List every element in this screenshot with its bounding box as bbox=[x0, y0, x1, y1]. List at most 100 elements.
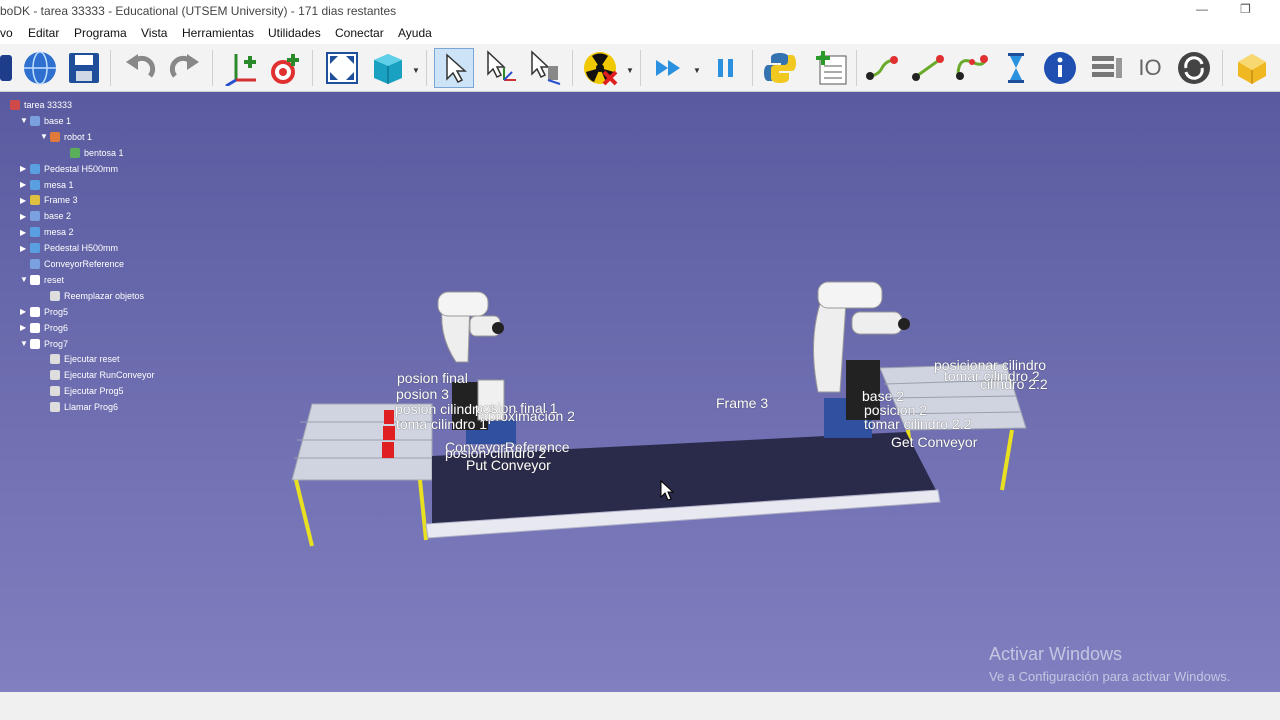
scene-label[interactable]: Put Conveyor bbox=[466, 457, 551, 473]
add-target-icon[interactable] bbox=[265, 48, 305, 88]
object-icon bbox=[30, 163, 40, 174]
toolbar-separator bbox=[572, 50, 573, 86]
program-list-icon[interactable] bbox=[1086, 48, 1126, 88]
scene-label[interactable]: aproximacion 2 bbox=[480, 408, 575, 424]
tree-item[interactable]: Llamar Prog6 bbox=[40, 400, 118, 414]
reference-frame-icon bbox=[30, 211, 40, 222]
move-circular-icon[interactable] bbox=[952, 48, 992, 88]
save-icon[interactable] bbox=[64, 48, 104, 88]
tree-item-label: reset bbox=[44, 274, 65, 285]
scene-label[interactable]: posion 3 bbox=[396, 386, 449, 402]
menu-ayuda[interactable]: Ayuda bbox=[398, 26, 432, 40]
expand-down-icon[interactable]: ▼ bbox=[20, 116, 30, 125]
toolbar-separator bbox=[856, 50, 857, 86]
select-icon[interactable] bbox=[434, 48, 474, 88]
restore-button[interactable]: ❐ bbox=[1240, 2, 1251, 16]
move-tool-icon[interactable] bbox=[524, 48, 564, 88]
tree-item[interactable]: ▶ mesa 2 bbox=[20, 225, 74, 239]
move-linear-icon[interactable] bbox=[908, 48, 948, 88]
expand-right-icon[interactable]: ▶ bbox=[20, 180, 30, 189]
tree-item[interactable]: ConveyorReference bbox=[20, 257, 124, 271]
reference-frame-icon bbox=[30, 195, 40, 206]
tree-item[interactable]: ▼ base 1 bbox=[20, 114, 71, 128]
object-icon bbox=[30, 227, 40, 238]
robot-library-icon[interactable] bbox=[0, 48, 14, 88]
object-icon bbox=[30, 243, 40, 254]
expand-down-icon[interactable]: ▼ bbox=[20, 339, 30, 348]
view-dropdown-arrow[interactable]: ▼ bbox=[412, 66, 420, 75]
scene-label[interactable]: posion final bbox=[397, 370, 468, 386]
fit-all-icon[interactable] bbox=[322, 48, 362, 88]
toolbar-separator bbox=[426, 50, 427, 86]
scene-label[interactable]: cilindro 2.2 bbox=[980, 376, 1048, 392]
run-dropdown-arrow[interactable]: ▼ bbox=[693, 66, 701, 75]
tree-item[interactable]: Reemplazar objetos bbox=[40, 289, 144, 303]
expand-down-icon[interactable]: ▼ bbox=[40, 132, 50, 141]
collision-icon[interactable] bbox=[580, 48, 620, 88]
add-program-icon[interactable] bbox=[812, 48, 852, 88]
tree-item[interactable]: tarea 33333 bbox=[0, 98, 72, 112]
scene-label[interactable]: Get Conveyor bbox=[891, 434, 977, 450]
menu-utilidades[interactable]: Utilidades bbox=[268, 26, 321, 40]
toolbar-separator bbox=[110, 50, 111, 86]
3d-view-icon[interactable] bbox=[366, 48, 406, 88]
refresh-icon[interactable] bbox=[1174, 48, 1214, 88]
tree-item[interactable]: ▶ Pedestal H500mm bbox=[20, 162, 118, 176]
tree-item[interactable]: bentosa 1 bbox=[60, 146, 124, 160]
station-icon bbox=[10, 100, 20, 110]
mouse-cursor-icon bbox=[660, 480, 675, 501]
expand-right-icon[interactable]: ▶ bbox=[20, 212, 30, 221]
undo-icon[interactable] bbox=[120, 48, 160, 88]
tree-item[interactable]: ▶ mesa 1 bbox=[20, 178, 74, 192]
add-reference-frame-icon[interactable] bbox=[220, 48, 260, 88]
python-icon[interactable] bbox=[760, 48, 800, 88]
menu-vista[interactable]: Vista bbox=[141, 26, 167, 40]
robot-icon bbox=[50, 131, 60, 142]
expand-right-icon[interactable]: ▶ bbox=[20, 307, 30, 316]
tree-item[interactable]: Ejecutar reset bbox=[40, 352, 120, 366]
tree-item[interactable]: ▶ base 2 bbox=[20, 209, 71, 223]
expand-right-icon[interactable]: ▶ bbox=[20, 323, 30, 332]
tree-item-label: base 2 bbox=[44, 211, 72, 222]
scene-label[interactable]: toma cilindro 1 bbox=[396, 416, 487, 432]
package-icon[interactable] bbox=[1232, 48, 1272, 88]
menu-herramientas[interactable]: Herramientas bbox=[182, 26, 254, 40]
menu-conectar[interactable]: Conectar bbox=[335, 26, 384, 40]
io-icon[interactable]: IO bbox=[1130, 48, 1170, 88]
tree-item[interactable]: Ejecutar Prog5 bbox=[40, 384, 124, 398]
redo-icon[interactable] bbox=[165, 48, 205, 88]
tree-item[interactable]: ▶ Pedestal H500mm bbox=[20, 241, 118, 255]
scene-label[interactable]: tomar cilindro 2.2 bbox=[864, 416, 971, 432]
station-scene[interactable] bbox=[0, 92, 1280, 692]
menu-editar[interactable]: Editar bbox=[28, 26, 59, 40]
expand-down-icon[interactable]: ▼ bbox=[20, 275, 30, 284]
tree-item[interactable]: ▼ reset bbox=[20, 273, 64, 287]
collision-dropdown-arrow[interactable]: ▼ bbox=[626, 66, 634, 75]
web-globe-icon[interactable] bbox=[20, 48, 60, 88]
tree-item[interactable]: ▼ robot 1 bbox=[40, 130, 92, 144]
tree-item-label: Reemplazar objetos bbox=[64, 290, 145, 301]
pause-hourglass-icon[interactable] bbox=[996, 48, 1036, 88]
tree-item[interactable]: ▶ Prog5 bbox=[20, 305, 68, 319]
expand-right-icon[interactable]: ▶ bbox=[20, 196, 30, 205]
pause-icon[interactable] bbox=[706, 48, 746, 88]
3d-viewport[interactable]: tarea 33333 ▼ base 1 ▼ robot 1 bentosa 1 ▶ Pede… bbox=[0, 92, 1280, 692]
run-fast-icon[interactable] bbox=[648, 48, 688, 88]
tree-item-label: Prog6 bbox=[44, 322, 69, 333]
menu-programa[interactable]: Programa bbox=[74, 26, 127, 40]
info-icon[interactable] bbox=[1040, 48, 1080, 88]
move-reference-icon[interactable] bbox=[480, 48, 520, 88]
expand-right-icon[interactable]: ▶ bbox=[20, 228, 30, 237]
menu-archivo[interactable]: vo bbox=[0, 26, 13, 40]
tree-item[interactable]: Ejecutar RunConveyor bbox=[40, 368, 155, 382]
expand-right-icon[interactable]: ▶ bbox=[20, 244, 30, 253]
tree-item[interactable]: ▶ Prog6 bbox=[20, 321, 68, 335]
table-leg bbox=[294, 479, 314, 547]
tree-item[interactable]: ▶ Frame 3 bbox=[20, 193, 78, 207]
minimize-button[interactable]: — bbox=[1196, 2, 1208, 16]
scene-label[interactable]: Frame 3 bbox=[716, 395, 768, 411]
tree-item[interactable]: ▼ Prog7 bbox=[20, 337, 68, 351]
expand-right-icon[interactable]: ▶ bbox=[20, 164, 30, 173]
move-joint-icon[interactable] bbox=[862, 48, 902, 88]
instruction-icon bbox=[50, 386, 60, 397]
